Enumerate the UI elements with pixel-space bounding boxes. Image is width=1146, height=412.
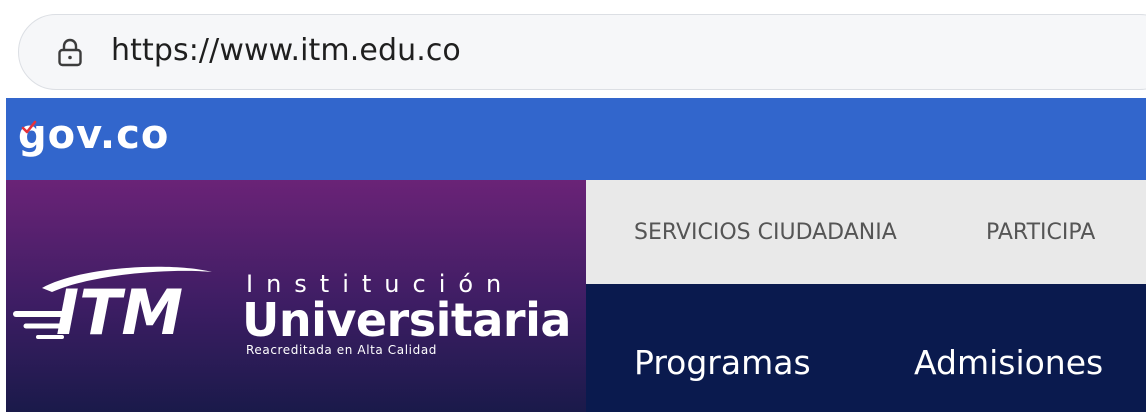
accreditation-tagline: Reacreditada en Alta Calidad [246, 343, 437, 357]
gov-co-logo[interactable]: gov.co [18, 112, 169, 158]
nav-programas[interactable]: Programas [634, 343, 811, 382]
url-text[interactable]: https://www.itm.edu.co [111, 33, 461, 68]
address-bar[interactable]: https://www.itm.edu.co [18, 14, 1146, 90]
link-servicios-ciudadania[interactable]: SERVICIOS CIUDADANIA [634, 220, 897, 245]
top-links-bar: SERVICIOS CIUDADANIA PARTICIPA [586, 180, 1146, 284]
gov-check-icon [21, 120, 37, 134]
browser-toolbar: https://www.itm.edu.co [0, 0, 1146, 98]
lock-icon[interactable] [55, 37, 85, 69]
itm-logo-text: ITM [56, 276, 183, 348]
institution-brand-panel[interactable]: ITM Institución Universitaria Reacredita… [6, 180, 586, 412]
institution-label-big: Universitaria [242, 293, 571, 347]
itm-logo[interactable]: ITM [12, 258, 218, 348]
gov-banner: gov.co [6, 98, 1146, 180]
nav-admisiones[interactable]: Admisiones [914, 343, 1103, 382]
link-participa[interactable]: PARTICIPA [986, 220, 1095, 245]
main-navigation: Programas Admisiones [586, 284, 1146, 412]
